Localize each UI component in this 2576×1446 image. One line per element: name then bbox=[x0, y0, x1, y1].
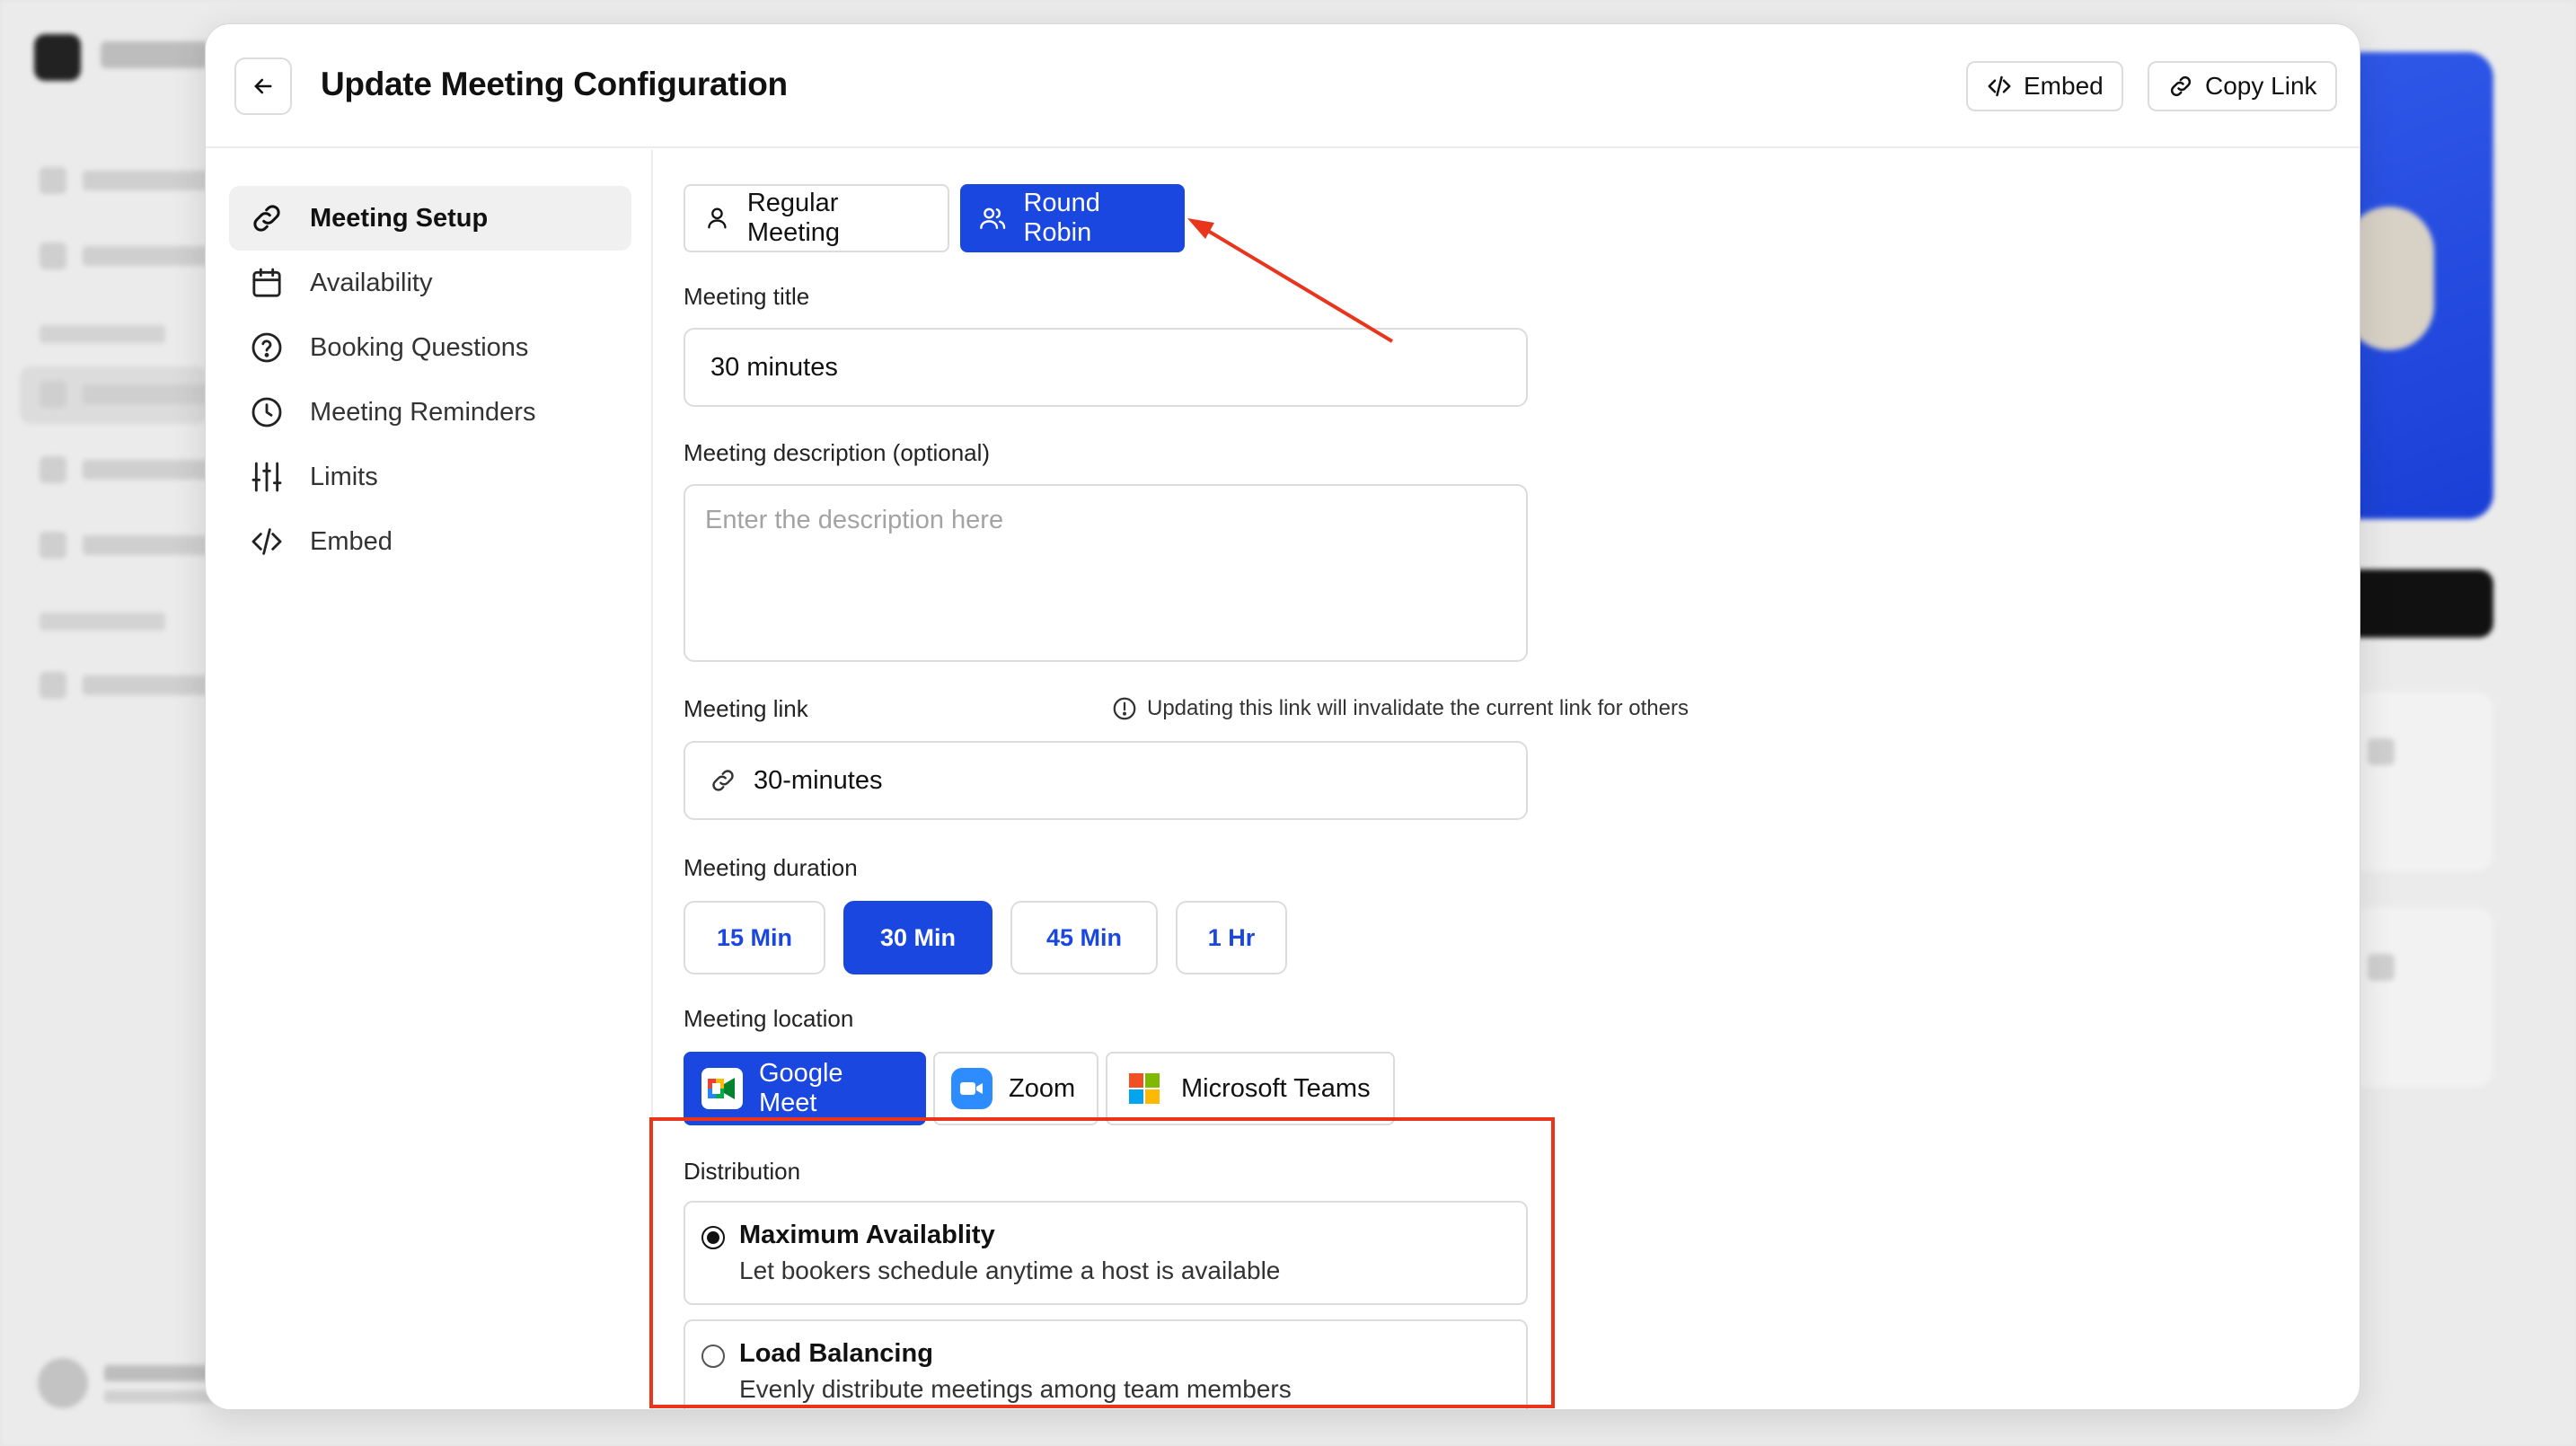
meeting-duration-label: Meeting duration bbox=[684, 854, 858, 881]
code-icon bbox=[1988, 75, 2011, 97]
meeting-setup-form: Regular Meeting Round Robin Meeting titl… bbox=[655, 150, 2360, 1409]
bg-section-label bbox=[40, 325, 165, 343]
meeting-description-textarea[interactable]: Enter the description here bbox=[684, 484, 1528, 662]
sliders-icon bbox=[251, 462, 282, 492]
question-circle-icon bbox=[251, 332, 282, 363]
location-zoom-button[interactable]: Zoom bbox=[933, 1052, 1098, 1125]
arrow-left-icon bbox=[254, 78, 272, 94]
settings-sidebar: Meeting Setup Availability Booking Quest… bbox=[206, 150, 653, 1409]
microsoft-icon bbox=[1124, 1068, 1165, 1109]
page-title: Update Meeting Configuration bbox=[321, 66, 788, 102]
distribution-option-description: Let bookers schedule anytime a host is a… bbox=[739, 1256, 1281, 1284]
location-zoom-label: Zoom bbox=[1009, 1073, 1076, 1103]
sidebar-item-label: Availability bbox=[310, 268, 433, 297]
regular-meeting-label: Regular Meeting bbox=[746, 189, 841, 247]
code-icon bbox=[251, 528, 282, 555]
bg-nav-item bbox=[40, 167, 208, 194]
meeting-title-value: 30 minutes bbox=[710, 352, 838, 382]
meeting-link-label: Meeting link bbox=[684, 695, 808, 722]
sidebar-item-label: Limits bbox=[310, 462, 378, 491]
bg-nav-item bbox=[40, 242, 208, 269]
distribution-option-description: Evenly distribute meetings among team me… bbox=[739, 1375, 1292, 1403]
distribution-label: Distribution bbox=[684, 1158, 801, 1185]
distribution-option-title: Load Balancing bbox=[739, 1339, 933, 1368]
sidebar-item-meeting-setup[interactable]: Meeting Setup bbox=[229, 186, 631, 251]
copy-link-button[interactable]: Copy Link bbox=[2148, 61, 2337, 111]
meeting-title-label: Meeting title bbox=[684, 283, 810, 310]
distribution-option-title: Maximum Availablity bbox=[739, 1221, 995, 1249]
regular-meeting-button[interactable]: Regular Meeting bbox=[684, 184, 949, 252]
location-google-meet-button[interactable]: Google Meet bbox=[684, 1052, 926, 1125]
meeting-link-input[interactable]: 30-minutes bbox=[684, 741, 1528, 820]
info-circle-icon bbox=[1113, 697, 1136, 720]
sidebar-item-embed[interactable]: Embed bbox=[229, 509, 631, 574]
embed-button-label: Embed bbox=[2024, 72, 2104, 100]
location-microsoft-teams-button[interactable]: Microsoft Teams bbox=[1106, 1052, 1395, 1125]
link-icon bbox=[712, 770, 734, 791]
duration-45-min-button[interactable]: 45 Min bbox=[1010, 901, 1158, 974]
distribution-option-load-balancing[interactable]: Load Balancing Evenly distribute meeting… bbox=[684, 1319, 1528, 1409]
modal-header: Update Meeting Configuration Embed Copy … bbox=[206, 24, 2360, 148]
meeting-link-note: Updating this link will invalidate the c… bbox=[1111, 695, 1689, 722]
bg-user-name bbox=[104, 1365, 212, 1381]
link-icon bbox=[2170, 75, 2192, 97]
duration-15-min-button[interactable]: 15 Min bbox=[684, 901, 825, 974]
bg-nav-item bbox=[40, 672, 208, 699]
meeting-link-value: 30-minutes bbox=[754, 765, 883, 795]
round-robin-button[interactable]: Round Robin bbox=[960, 184, 1185, 252]
meeting-title-input[interactable]: 30 minutes bbox=[684, 328, 1528, 407]
meeting-location-label: Meeting location bbox=[684, 1005, 854, 1032]
bg-user-avatar bbox=[38, 1358, 88, 1408]
bg-nav-item bbox=[40, 381, 208, 408]
google-meet-icon bbox=[701, 1068, 743, 1109]
location-microsoft-teams-label: Microsoft Teams bbox=[1181, 1073, 1371, 1103]
sidebar-item-label: Meeting Reminders bbox=[310, 397, 536, 427]
duration-1-hr-button[interactable]: 1 Hr bbox=[1176, 901, 1287, 974]
app-brand-text bbox=[101, 41, 208, 68]
bg-section-label bbox=[40, 613, 165, 630]
duration-30-min-button[interactable]: 30 Min bbox=[843, 901, 992, 974]
sidebar-item-limits[interactable]: Limits bbox=[229, 445, 631, 509]
bg-nav-item bbox=[40, 456, 208, 483]
zoom-icon bbox=[951, 1068, 992, 1109]
app-logo bbox=[34, 34, 81, 81]
distribution-option-maximum-availability[interactable]: Maximum Availablity Let bookers schedule… bbox=[684, 1201, 1528, 1305]
sidebar-item-label: Booking Questions bbox=[310, 332, 529, 362]
back-button[interactable] bbox=[234, 57, 292, 115]
bg-nav-item bbox=[40, 532, 208, 559]
radio-unselected[interactable] bbox=[701, 1345, 725, 1368]
link-icon bbox=[253, 205, 280, 232]
meeting-description-placeholder: Enter the description here bbox=[705, 506, 1004, 534]
sidebar-item-meeting-reminders[interactable]: Meeting Reminders bbox=[229, 380, 631, 445]
location-google-meet-label: Google Meet bbox=[759, 1059, 843, 1117]
round-robin-label: Round Robin bbox=[1023, 189, 1100, 247]
calendar-icon bbox=[252, 268, 281, 297]
meeting-config-modal: Update Meeting Configuration Embed Copy … bbox=[205, 23, 2360, 1410]
sidebar-item-availability[interactable]: Availability bbox=[229, 251, 631, 315]
radio-selected[interactable] bbox=[701, 1226, 725, 1249]
meeting-link-note-text: Updating this link will invalidate the c… bbox=[1147, 696, 1689, 720]
clock-icon bbox=[251, 397, 282, 428]
sidebar-item-label: Meeting Setup bbox=[310, 203, 489, 233]
copy-link-button-label: Copy Link bbox=[2205, 72, 2317, 100]
user-icon bbox=[708, 207, 727, 229]
sidebar-item-label: Embed bbox=[310, 526, 393, 556]
embed-button[interactable]: Embed bbox=[1966, 61, 2123, 111]
sidebar-item-booking-questions[interactable]: Booking Questions bbox=[229, 315, 631, 380]
meeting-description-label: Meeting description (optional) bbox=[684, 439, 991, 466]
users-icon bbox=[980, 207, 1006, 230]
